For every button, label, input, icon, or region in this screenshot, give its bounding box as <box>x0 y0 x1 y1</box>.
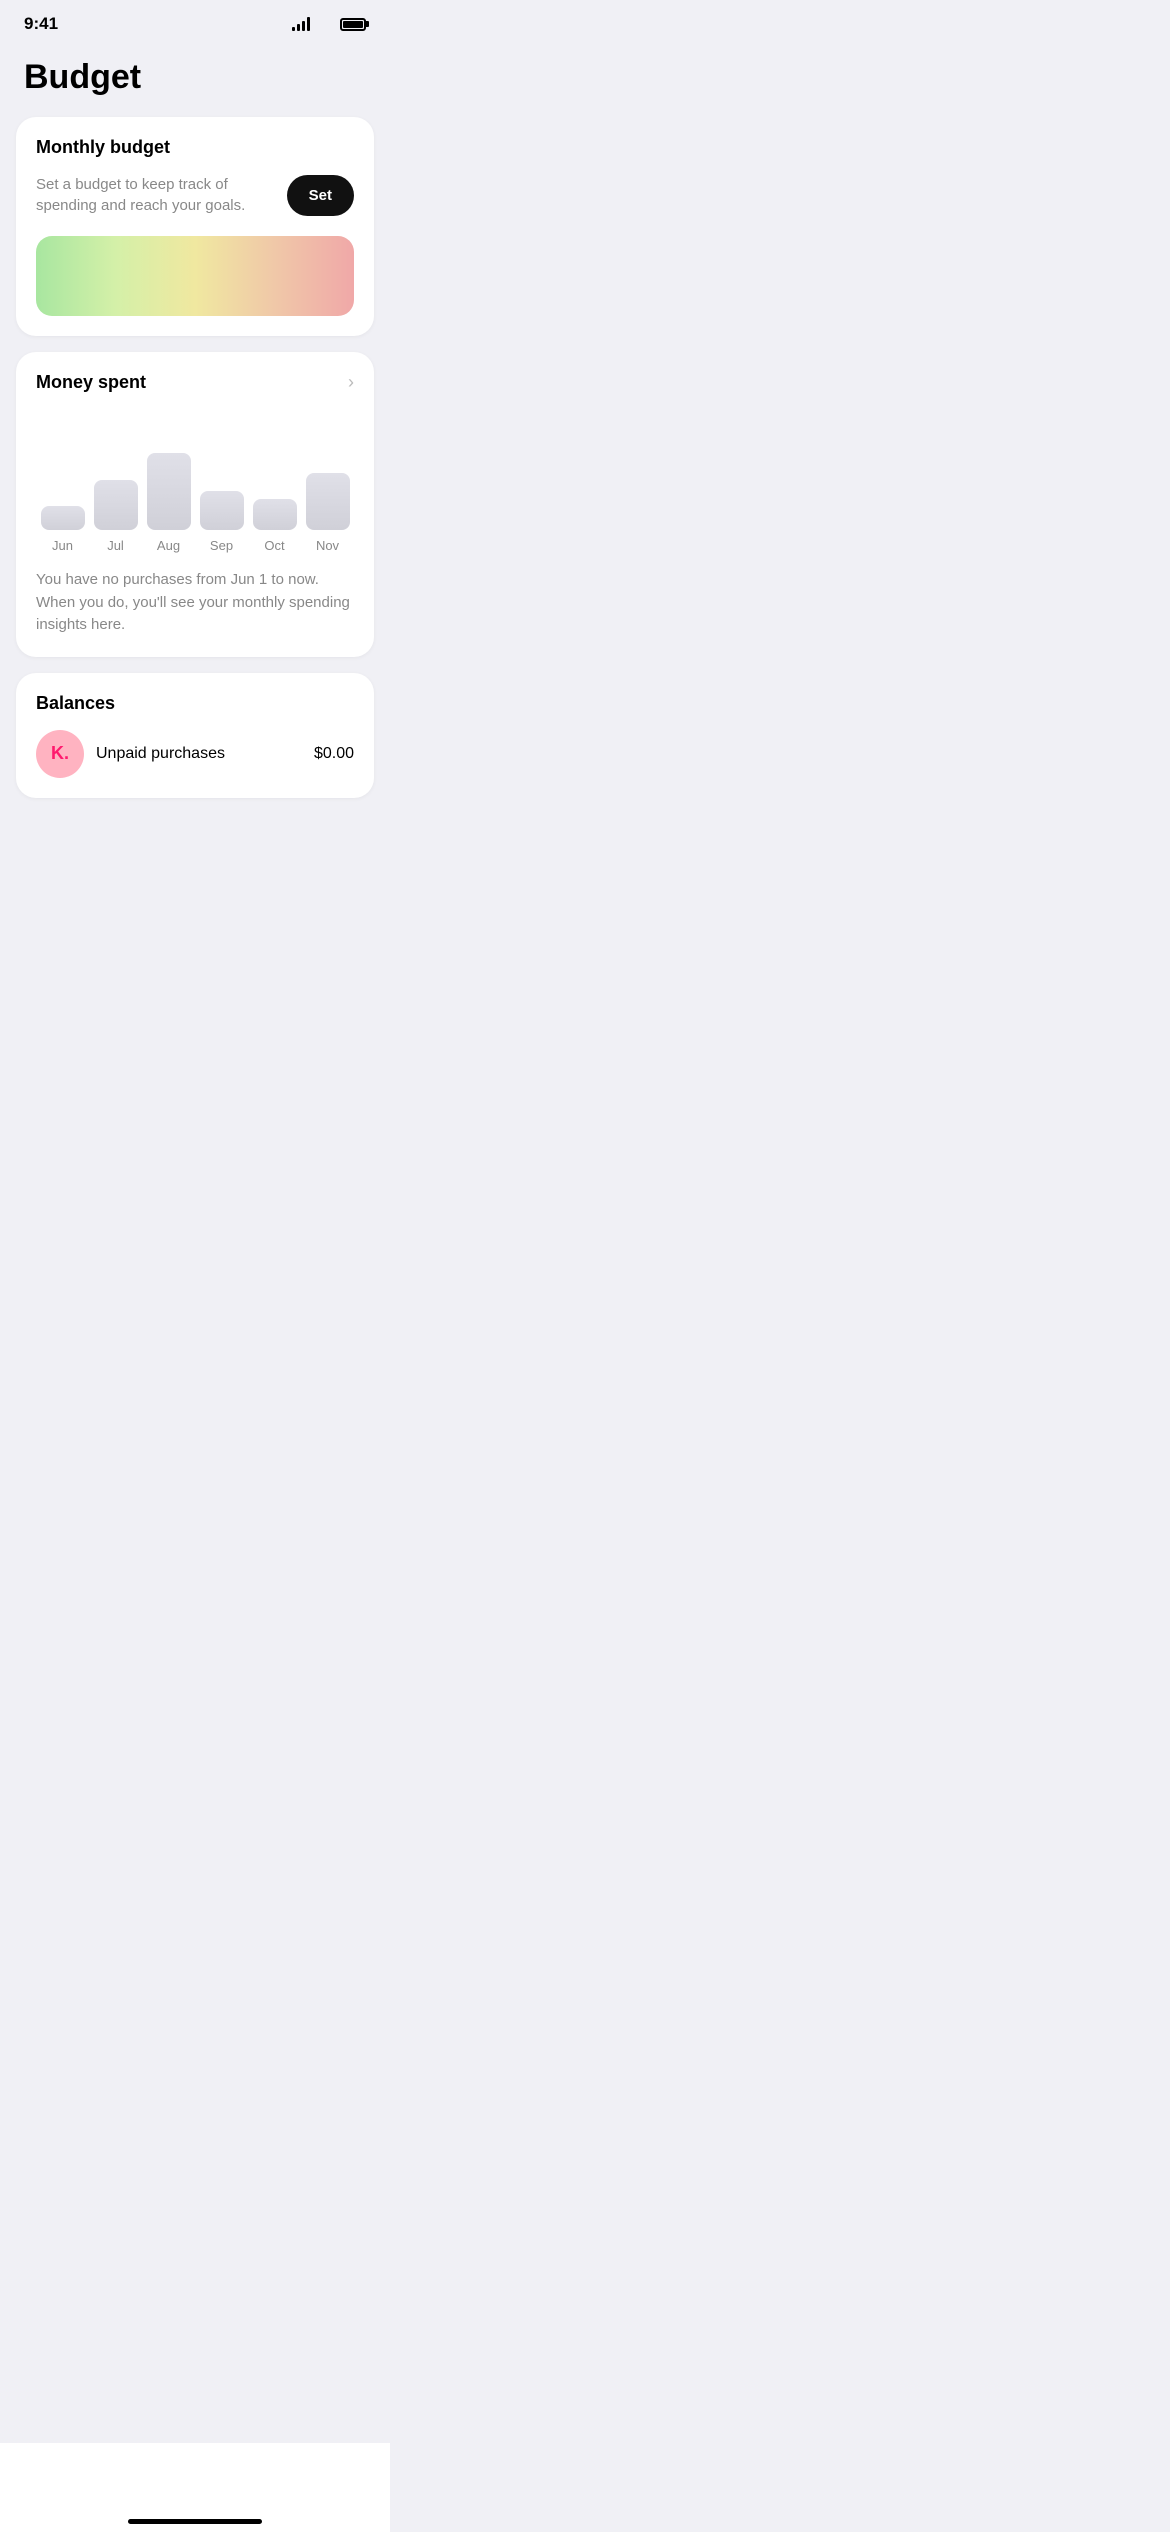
chevron-right-icon[interactable]: › <box>348 372 354 393</box>
battery-icon <box>340 18 366 31</box>
wallet-icon <box>181 2480 209 2508</box>
nav-label-wallet: Wallet <box>180 2512 210 2524</box>
no-purchases-text: You have no purchases from Jun 1 to now.… <box>36 569 354 637</box>
monthly-budget-title: Monthly budget <box>36 137 354 158</box>
nav-item-wallet[interactable]: Wallet <box>156 2480 234 2524</box>
chart-bar <box>94 480 138 530</box>
balances-card: Balances K. Unpaid purchases $0.00 <box>16 673 374 798</box>
nav-label-you: You <box>342 2512 361 2524</box>
bar-group: Jul <box>89 480 142 553</box>
money-spent-card: Money spent › Jun Jul Aug Sep Oct Nov You hav… <box>16 352 374 657</box>
bar-chart: Jun Jul Aug Sep Oct Nov <box>36 413 354 553</box>
klarna-logo: K. <box>36 730 84 778</box>
monthly-budget-card: Monthly budget Set a budget to keep trac… <box>16 117 374 336</box>
set-budget-button[interactable]: Set <box>287 175 354 216</box>
bar-group: Oct <box>248 499 301 553</box>
bar-group: Nov <box>301 473 354 553</box>
status-time: 9:41 <box>24 14 58 34</box>
purchases-icon <box>103 2480 131 2508</box>
nav-item-you[interactable]: You <box>312 2480 390 2524</box>
nav-label-budget: Budget <box>254 2512 292 2524</box>
nav-label-purchases: Purchases <box>91 2512 143 2524</box>
money-spent-title: Money spent <box>36 372 146 393</box>
shop-icon <box>25 2480 53 2508</box>
signal-icon <box>292 17 310 31</box>
wifi-icon <box>316 16 334 33</box>
nav-item-purchases[interactable]: Purchases <box>78 2480 156 2524</box>
bar-group: Jun <box>36 506 89 553</box>
chart-bar <box>306 473 350 530</box>
budget-description: Set a budget to keep track of spending a… <box>36 174 287 216</box>
nav-label-shop: Shop <box>26 2512 52 2524</box>
budget-gradient-bar <box>36 236 354 316</box>
nav-item-shop[interactable]: Shop <box>0 2480 78 2524</box>
balances-title: Balances <box>36 693 354 714</box>
bar-label: Jul <box>107 538 124 553</box>
balance-row[interactable]: K. Unpaid purchases $0.00 <box>36 730 354 778</box>
status-icons <box>292 16 366 33</box>
bar-label: Aug <box>157 538 180 553</box>
status-bar: 9:41 <box>0 0 390 42</box>
budget-icon <box>259 2480 287 2508</box>
bar-label: Nov <box>316 538 339 553</box>
money-spent-header: Money spent › <box>36 372 354 393</box>
bar-group: Aug <box>142 453 195 553</box>
balance-name: Unpaid purchases <box>96 745 302 763</box>
you-icon <box>337 2480 365 2508</box>
chart-bar <box>200 491 244 530</box>
bar-label: Jun <box>52 538 73 553</box>
balance-amount: $0.00 <box>314 745 354 763</box>
budget-row: Set a budget to keep track of spending a… <box>36 174 354 216</box>
page-title: Budget <box>0 42 390 117</box>
bar-label: Oct <box>264 538 284 553</box>
bar-group: Sep <box>195 491 248 553</box>
bottom-nav: Shop Purchases Wallet <box>0 2467 390 2532</box>
bar-label: Sep <box>210 538 233 553</box>
chart-bar <box>147 453 191 530</box>
chart-bar <box>253 499 297 530</box>
nav-item-budget[interactable]: Budget <box>234 2480 312 2524</box>
chart-bar <box>41 506 85 530</box>
